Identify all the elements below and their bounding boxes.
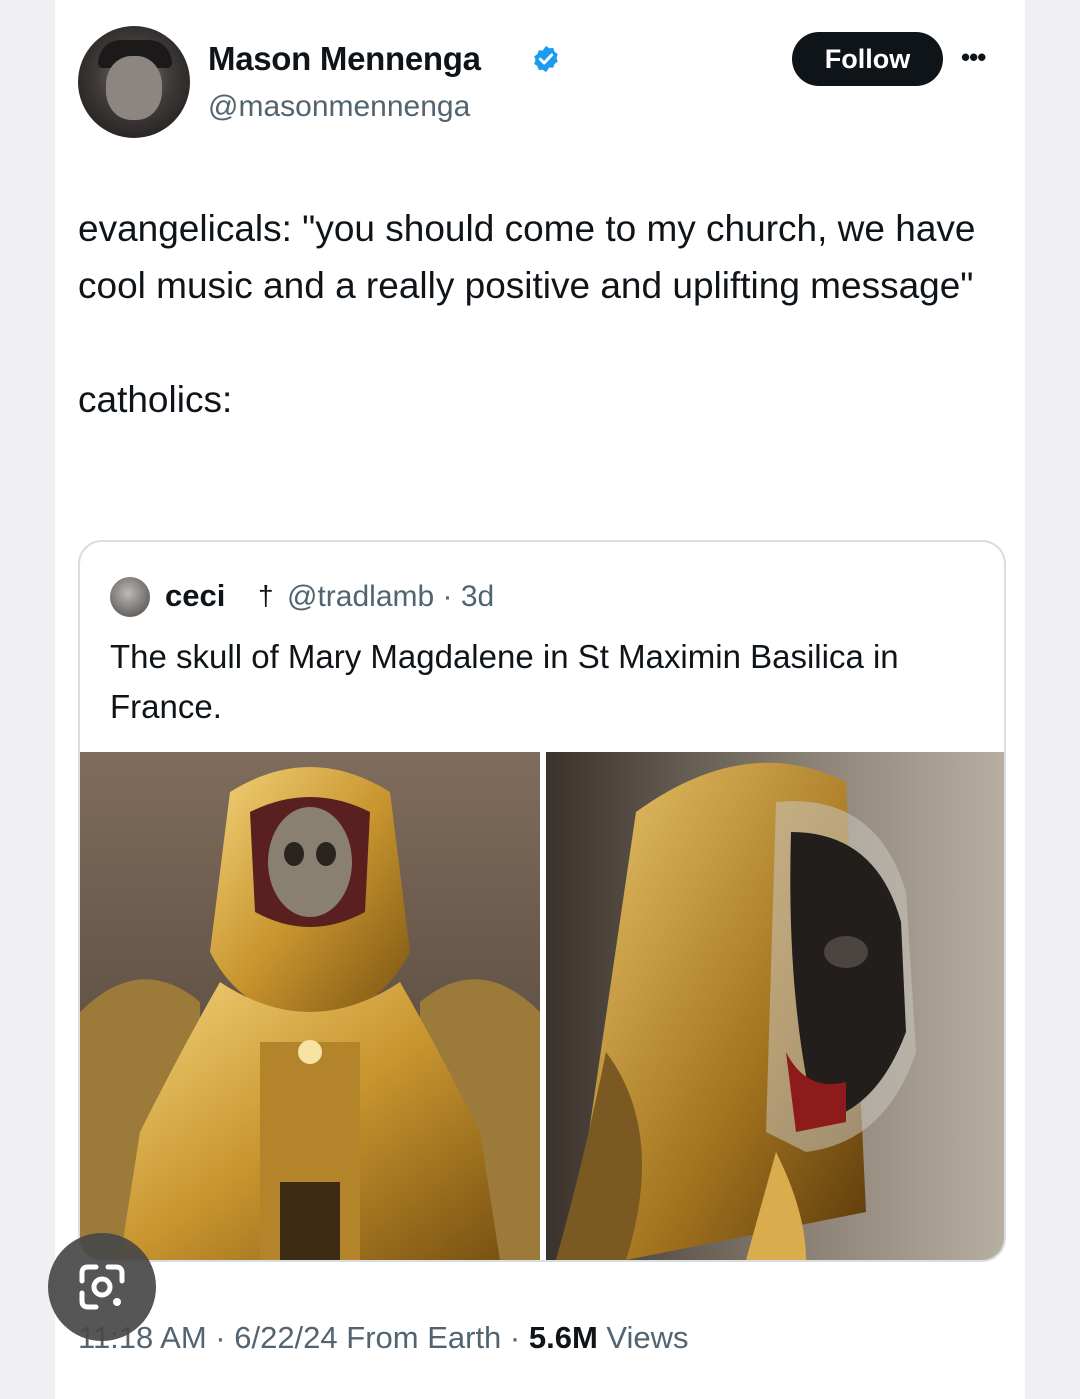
follow-button[interactable]: Follow	[792, 32, 943, 86]
quoted-handle-time[interactable]: @tradlamb · 3d	[287, 580, 494, 614]
google-lens-icon	[79, 1264, 125, 1310]
cross-symbol: †	[258, 580, 274, 611]
tweet-text-line: evangelicals: "you should come to my chu…	[78, 208, 976, 306]
tweet-card: Mason Mennenga @masonmennenga Follow •••…	[55, 0, 1025, 1399]
quoted-author-avatar[interactable]	[110, 577, 150, 617]
ellipsis-icon[interactable]: •••	[961, 42, 986, 73]
google-lens-button[interactable]	[48, 1233, 156, 1341]
author-display-name[interactable]: Mason Mennenga	[208, 40, 481, 78]
quoted-tweet-text: The skull of Mary Magdalene in St Maximi…	[110, 638, 899, 725]
quoted-tweet[interactable]: ceci † @tradlamb · 3d The skull of Mary …	[78, 540, 1006, 1262]
tweet-text-line: catholics:	[78, 379, 233, 420]
reliquary-profile-photo[interactable]	[546, 752, 1004, 1260]
tweet-time-date[interactable]: 11:18 AM · 6/22/24 From Earth ·	[78, 1320, 529, 1355]
avatar-face	[106, 56, 162, 120]
views-count: 5.6M	[528, 1320, 598, 1355]
quoted-author-name[interactable]: ceci	[165, 578, 225, 614]
tweet-body: evangelicals: "you should come to my chu…	[78, 200, 1008, 428]
reliquary-front-photo[interactable]	[80, 752, 540, 1260]
tweet-meta: 11:18 AM · 6/22/24 From Earth · 5.6M Vie…	[78, 1320, 689, 1356]
author-avatar[interactable]	[78, 26, 190, 138]
verified-badge-icon	[534, 45, 558, 73]
author-handle[interactable]: @masonmennenga	[208, 90, 470, 124]
views-label: Views	[597, 1320, 689, 1355]
